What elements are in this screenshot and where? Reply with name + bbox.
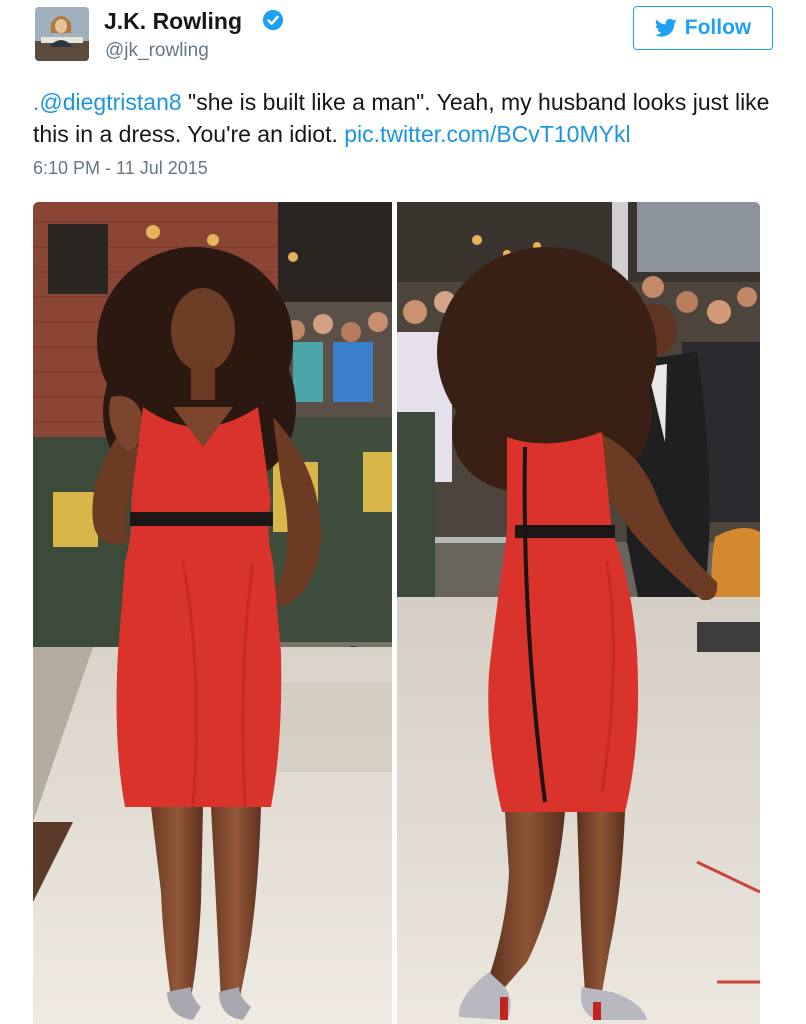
follow-button[interactable]: Follow xyxy=(633,6,773,50)
verified-badge-icon xyxy=(262,9,284,31)
photo-back-view[interactable] xyxy=(397,202,760,1024)
mention-link[interactable]: .@diegtristan8 xyxy=(33,89,182,115)
author-display-name[interactable]: J.K. Rowling xyxy=(104,8,242,35)
author-handle[interactable]: @jk_rowling xyxy=(105,40,209,62)
tweet-card: J.K. Rowling @jk_rowling Follow .@diegtr… xyxy=(0,0,806,1024)
pic-link[interactable]: pic.twitter.com/BCvT10MYkl xyxy=(344,121,630,147)
tweet-timestamp[interactable]: 6:10 PM - 11 Jul 2015 xyxy=(33,158,208,179)
follow-button-label: Follow xyxy=(684,16,752,39)
photo-front-view-image xyxy=(33,202,392,1024)
media-grid xyxy=(33,202,760,1024)
avatar[interactable] xyxy=(35,7,89,61)
tweet-text: .@diegtristan8 "she is built like a man"… xyxy=(33,86,783,150)
photo-back-view-image xyxy=(397,202,760,1024)
twitter-bird-icon xyxy=(654,18,677,37)
photo-front-view[interactable] xyxy=(33,202,392,1024)
avatar-photo xyxy=(35,7,89,61)
